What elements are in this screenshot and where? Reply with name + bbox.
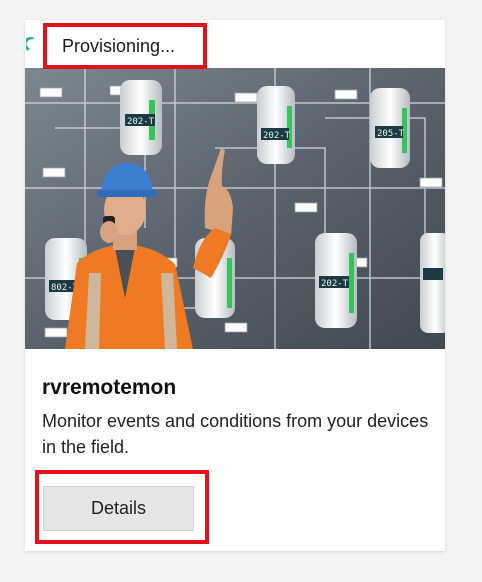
readout-text: 205-T bbox=[377, 129, 405, 139]
status-row: Provisioning... bbox=[23, 20, 445, 68]
provisioning-status: Provisioning... bbox=[62, 36, 176, 56]
readout-text: 202-T bbox=[263, 131, 291, 141]
app-card: Provisioning... 202-T 202-T 205-T 802-T … bbox=[23, 20, 445, 551]
app-title: rvremotemon bbox=[42, 376, 177, 399]
app-canvas: Provisioning... 202-T 202-T 205-T 802-T … bbox=[0, 0, 482, 582]
spinner-icon bbox=[23, 36, 34, 51]
app-description: Monitor events and conditions from your … bbox=[42, 411, 429, 457]
hero-image: 202-T 202-T 205-T 802-T 202-T bbox=[25, 68, 445, 349]
details-button[interactable]: Details bbox=[43, 486, 194, 531]
readout-text: 202-T bbox=[321, 279, 349, 289]
readout-text: 202-T bbox=[127, 117, 155, 127]
